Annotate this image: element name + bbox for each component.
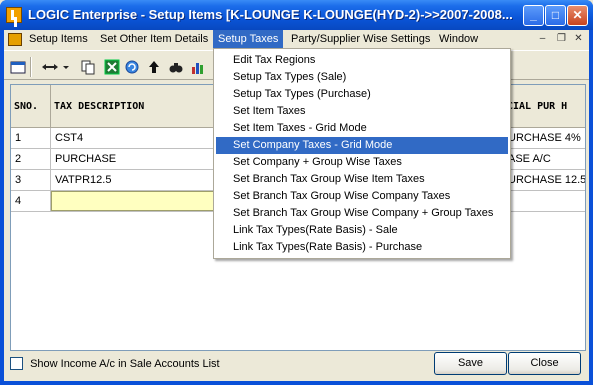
header-special-purchase[interactable]: CIAL PUR H <box>506 85 585 128</box>
menu-item-setup-tax-types-sale[interactable]: Setup Tax Types (Sale) <box>216 69 508 86</box>
document-icon[interactable] <box>8 33 22 46</box>
up-arrow-icon[interactable] <box>146 59 162 75</box>
cell-sno[interactable]: 3 <box>11 170 51 190</box>
cell-special-purchase[interactable] <box>506 191 585 211</box>
refresh-icon[interactable] <box>124 59 140 75</box>
window-title: LOGIC Enterprise - Setup Items [K-LOUNGE… <box>28 7 513 22</box>
show-income-checkbox-row[interactable]: Show Income A/c in Sale Accounts List <box>10 357 220 373</box>
cell-special-purchase[interactable]: ASE A/C <box>506 149 585 169</box>
menu-window[interactable]: Window <box>434 30 483 49</box>
menu-item-link-tax-types-sale[interactable]: Link Tax Types(Rate Basis) - Sale <box>216 222 508 239</box>
find-icon[interactable] <box>168 59 184 75</box>
title-bar[interactable]: LOGIC Enterprise - Setup Items [K-LOUNGE… <box>0 0 593 30</box>
chart-icon[interactable] <box>190 59 206 75</box>
app-logo-icon[interactable] <box>6 7 22 23</box>
menu-bar: Setup Items Set Other Item Details Setup… <box>4 30 589 49</box>
menu-set-other-item-details[interactable]: Set Other Item Details <box>95 30 213 49</box>
copy-icon[interactable] <box>80 59 96 75</box>
mdi-close-icon[interactable]: ✕ <box>572 33 585 45</box>
show-income-label[interactable]: Show Income A/c in Sale Accounts List <box>30 358 220 370</box>
mdi-minimize-icon[interactable]: – <box>536 33 549 45</box>
menu-item-link-tax-types-purchase[interactable]: Link Tax Types(Rate Basis) - Purchase <box>216 239 508 256</box>
save-button[interactable]: Save <box>434 352 507 375</box>
menu-item-branch-item-taxes[interactable]: Set Branch Tax Group Wise Item Taxes <box>216 171 508 188</box>
cell-sno[interactable]: 1 <box>11 128 51 148</box>
save-button-label: Save <box>457 357 484 369</box>
app-window: LOGIC Enterprise - Setup Items [K-LOUNGE… <box>0 0 593 385</box>
cell-sno[interactable]: 4 <box>11 191 51 211</box>
menu-item-branch-company-group-taxes[interactable]: Set Branch Tax Group Wise Company + Grou… <box>216 205 508 222</box>
menu-party-supplier-wise-settings[interactable]: Party/Supplier Wise Settings <box>286 30 435 49</box>
maximize-button[interactable]: □ <box>545 5 566 26</box>
setup-taxes-dropdown: Edit Tax Regions Setup Tax Types (Sale) … <box>213 48 511 259</box>
menu-item-set-item-taxes-grid[interactable]: Set Item Taxes - Grid Mode <box>216 120 508 137</box>
move-icon[interactable] <box>40 59 60 75</box>
menu-item-edit-tax-regions[interactable]: Edit Tax Regions <box>216 52 508 69</box>
menu-item-branch-company-taxes[interactable]: Set Branch Tax Group Wise Company Taxes <box>216 188 508 205</box>
menu-setup-items[interactable]: Setup Items <box>24 30 93 49</box>
show-income-checkbox[interactable] <box>10 357 23 370</box>
excel-icon[interactable] <box>104 59 120 75</box>
minimize-button[interactable]: _ <box>523 5 544 26</box>
close-button-label: Close <box>530 357 559 369</box>
mdi-restore-icon[interactable]: ❐ <box>555 33 568 45</box>
menu-item-set-item-taxes[interactable]: Set Item Taxes <box>216 103 508 120</box>
dropdown-arrow-icon[interactable] <box>62 59 70 75</box>
close-window-button[interactable]: ✕ <box>567 5 588 26</box>
toolbar-separator <box>30 57 32 77</box>
cell-special-purchase[interactable]: URCHASE 4% <box>506 128 585 148</box>
cell-sno[interactable]: 2 <box>11 149 51 169</box>
menu-item-setup-tax-types-purchase[interactable]: Setup Tax Types (Purchase) <box>216 86 508 103</box>
menu-setup-taxes[interactable]: Setup Taxes <box>213 30 284 49</box>
menu-item-set-company-group-taxes[interactable]: Set Company + Group Wise Taxes <box>216 154 508 171</box>
cell-special-purchase[interactable]: URCHASE 12.5 <box>506 170 585 190</box>
header-sno[interactable]: SNO. <box>11 85 51 128</box>
close-button[interactable]: Close <box>508 352 581 375</box>
new-icon[interactable] <box>10 59 26 75</box>
menu-item-set-company-taxes-grid[interactable]: Set Company Taxes - Grid Mode <box>216 137 508 154</box>
